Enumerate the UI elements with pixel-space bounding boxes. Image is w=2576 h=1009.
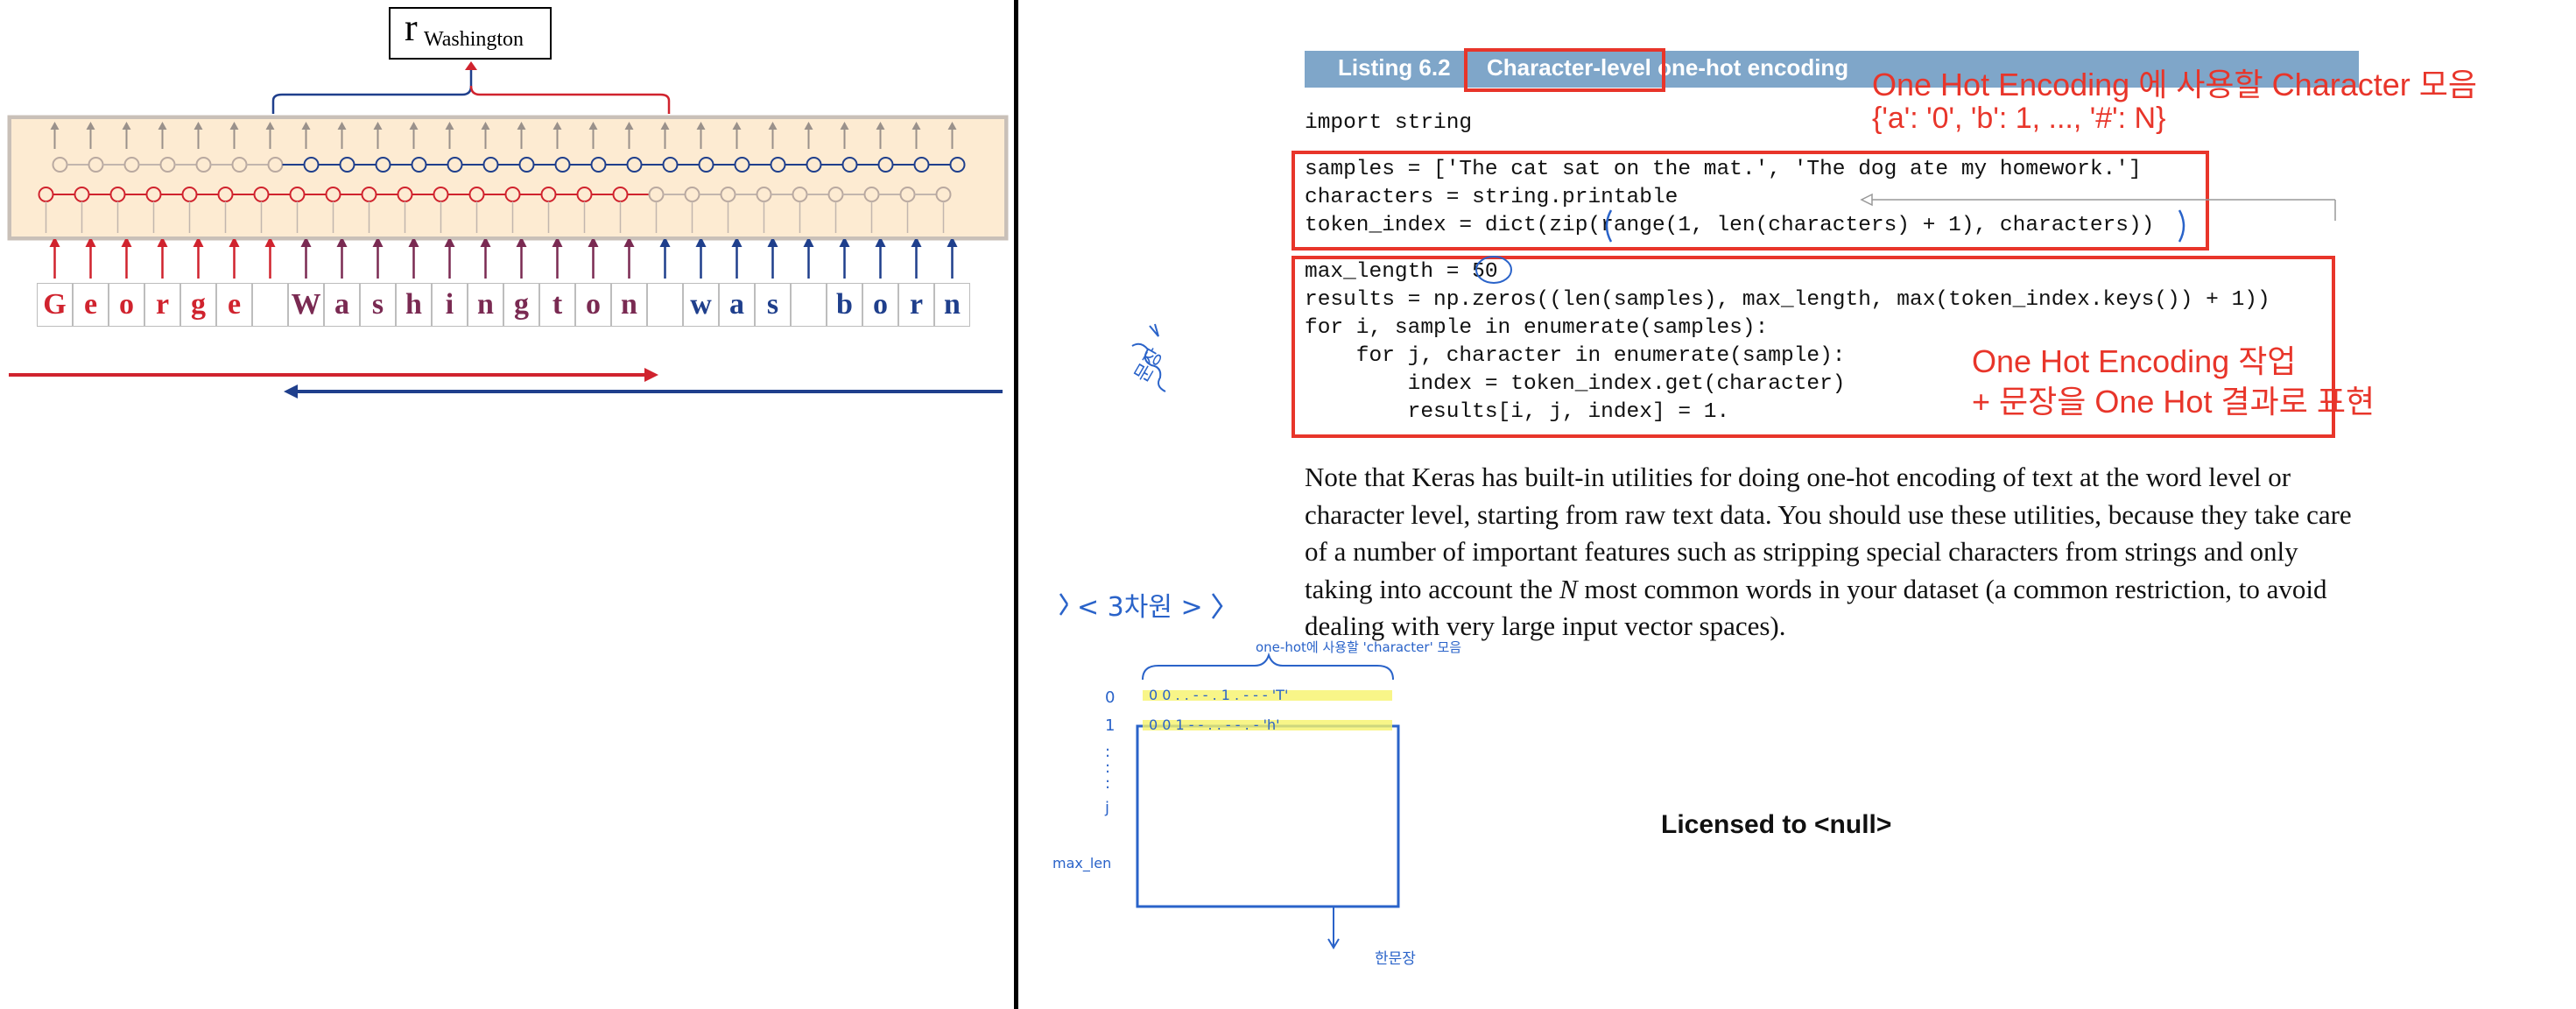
handwritten-overlay <box>1059 193 2336 949</box>
hand-row0-bits: 0 0 . . - - . 1 . - - - 'T' <box>1149 687 1289 703</box>
input-character: w <box>683 283 719 327</box>
input-arrows <box>49 236 958 279</box>
hand-three-dim-label: < 3차원 > <box>1077 592 1203 623</box>
input-character: h <box>396 283 432 327</box>
hand-row-max-index: max_len <box>1052 855 1112 871</box>
circle-50 <box>1475 256 1512 284</box>
hand-row0-index: 0 <box>1105 688 1116 707</box>
input-character <box>791 283 827 327</box>
hand-row1-bits: 0 0 1 - - . . - - . - 'h' <box>1149 716 1280 733</box>
input-character: n <box>934 283 970 327</box>
input-character: n <box>611 283 647 327</box>
backward-bracket <box>271 63 473 114</box>
input-character: o <box>575 283 611 327</box>
paren-mark-left <box>1605 209 1613 243</box>
input-character: s <box>755 283 791 327</box>
angle-left <box>1059 593 1069 616</box>
input-character: G <box>37 283 73 327</box>
input-character: r <box>898 283 934 327</box>
input-character: g <box>180 283 216 327</box>
input-character: t <box>539 283 575 327</box>
input-character: W <box>288 283 324 327</box>
input-character: o <box>862 283 898 327</box>
forward-bracket <box>469 85 671 114</box>
input-character: s <box>360 283 396 327</box>
hand-row-j-index: j <box>1105 799 1110 817</box>
input-character <box>252 283 288 327</box>
input-character: g <box>503 283 539 327</box>
hand-sentence-label: 한문장 <box>1375 950 1416 968</box>
hand-charset-label: one-hot에 사용할 'character' 모음 <box>1256 639 1462 655</box>
backward-arrowhead <box>284 385 298 399</box>
input-character: a <box>719 283 755 327</box>
input-character: e <box>216 283 252 327</box>
input-character <box>647 283 683 327</box>
rnn-layer-block <box>9 116 1007 239</box>
output-arrowhead <box>465 61 477 70</box>
input-character: a <box>324 283 360 327</box>
forward-arrowhead <box>644 368 658 382</box>
input-character: r <box>144 283 180 327</box>
hand-row1-index: 1 <box>1105 716 1116 735</box>
hand-row-dots: ::: <box>1105 743 1111 793</box>
input-characters: GeorgeWashingtonwasborn <box>37 283 970 327</box>
matrix-top-brace <box>1142 652 1394 681</box>
input-character: n <box>468 283 503 327</box>
rnn-figure-panel: r Washington GeorgeWashingtonwasborn <box>0 0 1014 1009</box>
input-character: b <box>827 283 862 327</box>
angle-right <box>1211 593 1223 619</box>
paren-mark-right <box>2178 209 2185 243</box>
pointer-arrowhead <box>1860 193 1873 207</box>
matrix-box <box>1136 724 1400 908</box>
input-character: e <box>73 283 109 327</box>
input-character: i <box>432 283 468 327</box>
input-character: o <box>109 283 144 327</box>
